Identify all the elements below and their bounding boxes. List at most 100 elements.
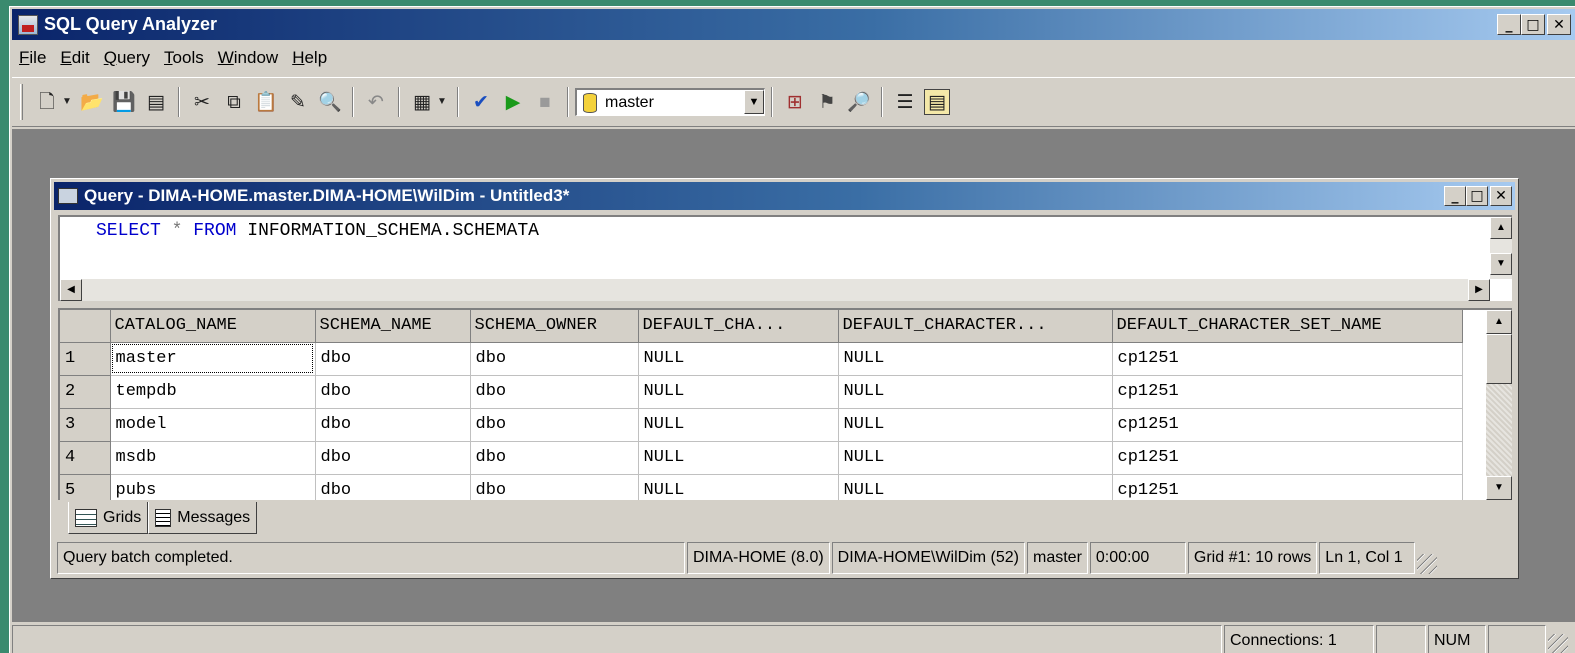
minimize-button[interactable]: _	[1497, 14, 1521, 35]
toolbar-grip[interactable]	[20, 84, 23, 120]
table-cell[interactable]: cp1251	[1112, 474, 1463, 500]
table-cell[interactable]: NULL	[838, 342, 1113, 376]
table-cell[interactable]: dbo	[315, 474, 471, 500]
table-cell[interactable]: NULL	[638, 375, 839, 409]
scroll-right-icon[interactable]: ▶	[1468, 279, 1490, 301]
find-icon[interactable]: 🔍	[317, 89, 343, 115]
insert-template-icon[interactable]: ▤	[143, 89, 169, 115]
menu-edit[interactable]: Edit	[53, 48, 96, 68]
table-row[interactable]: 2 tempdb dbo dbo NULL NULL cp1251	[60, 375, 1463, 409]
sql-text[interactable]: SELECT * FROM INFORMATION_SCHEMA.SCHEMAT…	[96, 221, 539, 241]
results-grid[interactable]: CATALOG_NAME SCHEMA_NAME SCHEMA_OWNER DE…	[58, 308, 1512, 500]
scroll-down-icon[interactable]: ▼	[1490, 253, 1512, 275]
table-cell[interactable]: dbo	[470, 342, 639, 376]
column-header[interactable]: SCHEMA_OWNER	[470, 310, 639, 343]
table-cell[interactable]: dbo	[470, 408, 639, 442]
table-cell[interactable]: NULL	[838, 474, 1113, 500]
restore-button[interactable]: □	[1521, 14, 1545, 35]
table-cell[interactable]: NULL	[838, 375, 1113, 409]
resize-grip-icon[interactable]	[1548, 634, 1568, 653]
menu-help[interactable]: Help	[285, 48, 334, 68]
query-window-titlebar[interactable]: Query - DIMA-HOME.master.DIMA-HOME\WilDi…	[54, 182, 1515, 210]
editor-horizontal-scrollbar[interactable]: ◀ ▶	[60, 279, 1490, 301]
app-titlebar[interactable]: SQL Query Analyzer _ □ ✕	[12, 9, 1575, 40]
menu-tools[interactable]: Tools	[157, 48, 211, 68]
table-row[interactable]: 4 msdb dbo dbo NULL NULL cp1251	[60, 441, 1463, 475]
scroll-left-icon[interactable]: ◀	[60, 279, 82, 301]
menu-window[interactable]: Window	[211, 48, 285, 68]
column-header[interactable]: CATALOG_NAME	[110, 310, 316, 343]
restore-button[interactable]: □	[1466, 186, 1488, 206]
execution-plan-icon[interactable]: ⊞	[782, 89, 808, 115]
row-number[interactable]: 4	[60, 441, 111, 475]
object-search-icon[interactable]: 🔎	[846, 89, 872, 115]
editor-vertical-scrollbar[interactable]: ▲ ▼	[1490, 217, 1512, 279]
scroll-down-icon[interactable]: ▼	[1486, 476, 1512, 500]
table-cell[interactable]: cp1251	[1112, 408, 1463, 442]
table-cell[interactable]: NULL	[838, 441, 1113, 475]
sql-editor[interactable]: SELECT * FROM INFORMATION_SCHEMA.SCHEMAT…	[58, 215, 1512, 301]
table-cell[interactable]: NULL	[638, 474, 839, 500]
object-browser-icon[interactable]: ⚑	[814, 89, 840, 115]
column-header[interactable]: SCHEMA_NAME	[315, 310, 471, 343]
scrollbar-thumb[interactable]	[1486, 334, 1512, 384]
menu-query[interactable]: Query	[97, 48, 157, 68]
row-number[interactable]: 2	[60, 375, 111, 409]
close-button[interactable]: ✕	[1547, 14, 1571, 35]
save-icon[interactable]: 💾	[111, 89, 137, 115]
open-folder-icon[interactable]: 📂	[79, 89, 105, 115]
resize-grip-icon[interactable]	[1417, 554, 1438, 574]
table-cell[interactable]: dbo	[470, 375, 639, 409]
chevron-down-icon[interactable]: ▼	[61, 89, 73, 115]
new-query-icon[interactable]: 🗋	[34, 89, 60, 115]
menu-file[interactable]: File	[12, 48, 53, 68]
chevron-down-icon[interactable]: ▼	[744, 90, 764, 114]
table-cell[interactable]: dbo	[315, 342, 471, 376]
column-header[interactable]: DEFAULT_CHARACTER_SET_NAME	[1112, 310, 1463, 343]
paste-icon[interactable]: 📋	[253, 89, 279, 115]
table-cell[interactable]: NULL	[638, 441, 839, 475]
cut-icon[interactable]: ✂	[189, 89, 215, 115]
scroll-up-icon[interactable]: ▲	[1490, 217, 1512, 239]
table-cell[interactable]: cp1251	[1112, 342, 1463, 376]
row-number[interactable]: 3	[60, 408, 111, 442]
table-cell[interactable]: pubs	[110, 474, 316, 500]
table-row[interactable]: 3 model dbo dbo NULL NULL cp1251	[60, 408, 1463, 442]
scroll-up-icon[interactable]: ▲	[1486, 310, 1512, 334]
table-row[interactable]: 1 master dbo dbo NULL NULL cp1251	[60, 342, 1463, 376]
results-pane-icon[interactable]: ▤	[924, 89, 950, 115]
minimize-button[interactable]: _	[1444, 186, 1466, 206]
execute-query-icon[interactable]: ▶	[500, 89, 526, 115]
chevron-down-icon[interactable]: ▼	[436, 89, 448, 115]
table-cell[interactable]: tempdb	[110, 375, 316, 409]
table-cell[interactable]: dbo	[315, 408, 471, 442]
close-button[interactable]: ✕	[1490, 186, 1512, 206]
cancel-query-icon[interactable]: ■	[532, 89, 558, 115]
table-cell[interactable]: model	[110, 408, 316, 442]
grid-vertical-scrollbar[interactable]: ▲ ▼	[1486, 310, 1512, 500]
table-cell[interactable]: NULL	[838, 408, 1113, 442]
table-cell[interactable]: cp1251	[1112, 375, 1463, 409]
results-grid-icon[interactable]: ▦	[409, 89, 435, 115]
row-number-header[interactable]	[60, 310, 111, 343]
table-cell[interactable]: dbo	[315, 441, 471, 475]
table-cell[interactable]: dbo	[470, 441, 639, 475]
row-number[interactable]: 5	[60, 474, 111, 500]
table-cell[interactable]: msdb	[110, 441, 316, 475]
table-cell[interactable]: NULL	[638, 408, 839, 442]
clear-window-icon[interactable]: ✎	[285, 89, 311, 115]
column-header[interactable]: DEFAULT_CHARACTER...	[838, 310, 1113, 343]
copy-icon[interactable]: ⧉	[221, 89, 247, 115]
column-header[interactable]: DEFAULT_CHA...	[638, 310, 839, 343]
table-cell[interactable]: master	[110, 342, 316, 376]
row-number[interactable]: 1	[60, 342, 111, 376]
pane-splitter[interactable]	[58, 302, 1512, 307]
current-connection-properties-icon[interactable]: ☰	[892, 89, 918, 115]
table-cell[interactable]: dbo	[470, 474, 639, 500]
table-cell[interactable]: cp1251	[1112, 441, 1463, 475]
parse-query-icon[interactable]: ✔	[468, 89, 494, 115]
table-cell[interactable]: NULL	[638, 342, 839, 376]
tab-grids[interactable]: Grids	[68, 502, 149, 534]
table-cell[interactable]: dbo	[315, 375, 471, 409]
undo-icon[interactable]: ↶	[363, 89, 389, 115]
